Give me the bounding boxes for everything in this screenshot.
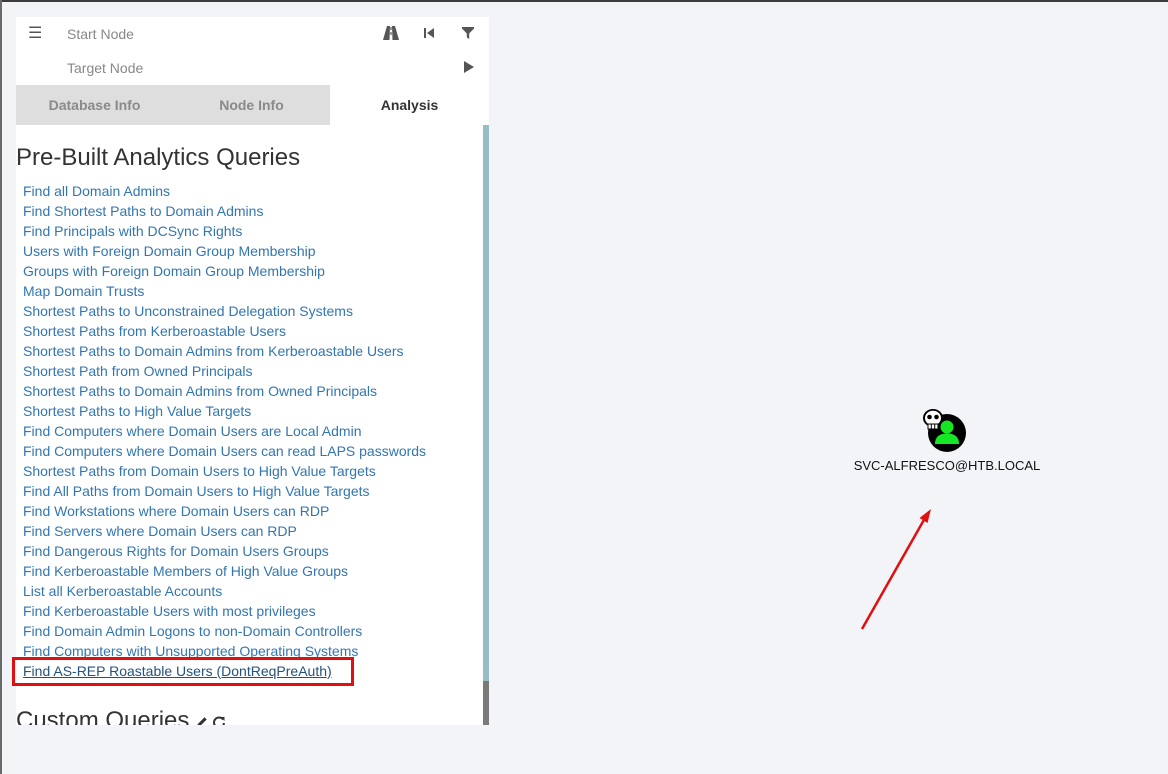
custom-queries-title: Custom Queries [16, 707, 190, 725]
annotation-highlight-box [12, 657, 354, 686]
query-link[interactable]: Shortest Paths to High Value Targets [23, 401, 426, 421]
query-link[interactable]: Find Computers where Domain Users can re… [23, 441, 426, 461]
query-link[interactable]: Find Computers where Domain Users are Lo… [23, 421, 426, 441]
window-top-border [0, 0, 1168, 2]
tab-analysis[interactable]: Analysis [330, 85, 489, 125]
node-label: SVC-ALFRESCO@HTB.LOCAL [853, 458, 1041, 473]
query-link[interactable]: Find Kerberoastable Members of High Valu… [23, 561, 426, 581]
query-link[interactable]: Find Workstations where Domain Users can… [23, 501, 426, 521]
play-icon[interactable] [459, 58, 477, 76]
query-link[interactable]: Find Servers where Domain Users can RDP [23, 521, 426, 541]
tab-bar: Database Info Node Info Analysis [16, 85, 489, 125]
scrollbar-track[interactable] [483, 125, 489, 725]
query-link[interactable]: Shortest Path from Owned Principals [23, 361, 426, 381]
query-link[interactable]: Users with Foreign Domain Group Membersh… [23, 241, 426, 261]
query-link[interactable]: Find Domain Admin Logons to non-Domain C… [23, 621, 426, 641]
query-link[interactable]: Find all Domain Admins [23, 181, 426, 201]
query-link[interactable]: Shortest Paths from Kerberoastable Users [23, 321, 426, 341]
filter-icon[interactable] [459, 24, 477, 42]
query-link[interactable]: Find Dangerous Rights for Domain Users G… [23, 541, 426, 561]
step-backward-icon[interactable] [420, 24, 438, 42]
annotation-arrow [860, 509, 931, 630]
custom-queries-heading: Custom Queries [16, 707, 226, 725]
query-link[interactable]: Shortest Paths to Domain Admins from Ker… [23, 341, 426, 361]
road-icon[interactable] [382, 24, 400, 42]
search-panel: ☰ Database Info Node Info Analysis Pre-B… [16, 17, 489, 725]
pencil-icon[interactable] [195, 708, 209, 725]
hamburger-icon[interactable]: ☰ [28, 26, 42, 42]
query-link[interactable]: Groups with Foreign Domain Group Members… [23, 261, 426, 281]
query-link[interactable]: Find Kerberoastable Users with most priv… [23, 601, 426, 621]
target-node-row [16, 51, 489, 85]
analysis-content: Pre-Built Analytics Queries Find all Dom… [16, 125, 483, 725]
tab-node-info[interactable]: Node Info [173, 85, 330, 125]
query-link[interactable]: List all Kerberoastable Accounts [23, 581, 426, 601]
scrollbar-thumb[interactable] [483, 681, 489, 725]
start-node-input[interactable] [67, 24, 367, 44]
query-link[interactable]: Find Principals with DCSync Rights [23, 221, 426, 241]
query-link[interactable]: Find Shortest Paths to Domain Admins [23, 201, 426, 221]
query-link[interactable]: Shortest Paths from Domain Users to High… [23, 461, 426, 481]
target-node-input[interactable] [67, 58, 367, 78]
refresh-icon[interactable] [212, 708, 226, 725]
start-node-row: ☰ [16, 17, 489, 51]
query-list: Find all Domain Admins Find Shortest Pat… [23, 181, 426, 681]
prebuilt-queries-heading: Pre-Built Analytics Queries [16, 144, 301, 171]
query-link[interactable]: Find All Paths from Domain Users to High… [23, 481, 426, 501]
query-link[interactable]: Map Domain Trusts [23, 281, 426, 301]
query-link[interactable]: Shortest Paths to Domain Admins from Own… [23, 381, 426, 401]
tab-database-info[interactable]: Database Info [16, 85, 173, 125]
query-link[interactable]: Shortest Paths to Unconstrained Delegati… [23, 301, 426, 321]
graph-node-user[interactable] [918, 408, 970, 456]
window-left-border [0, 0, 2, 774]
